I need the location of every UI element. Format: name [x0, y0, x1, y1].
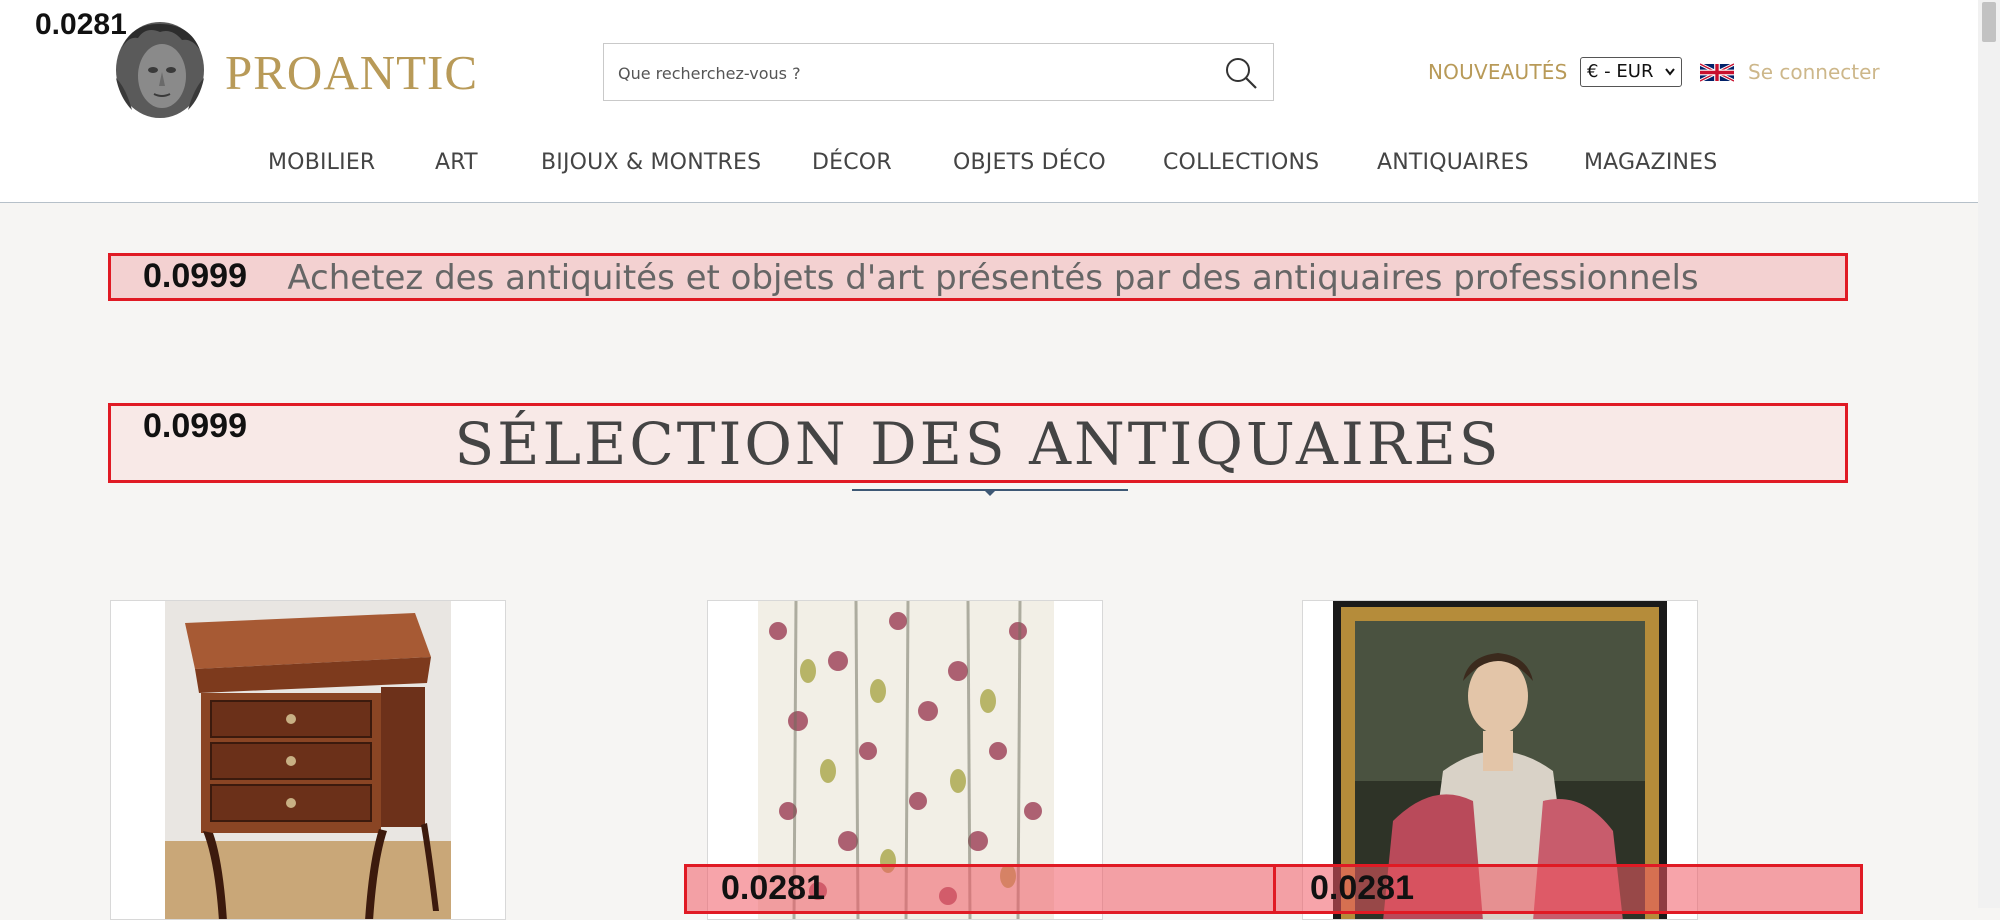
- detection-score-top-left: 0.0281: [35, 8, 127, 41]
- nav-item-art[interactable]: ART: [435, 150, 478, 175]
- main-nav: MOBILIER ART BIJOUX & MONTRES DÉCOR OBJE…: [0, 150, 1978, 180]
- product-card-side-table[interactable]: [110, 600, 506, 920]
- currency-select[interactable]: € - EUR: [1580, 57, 1682, 87]
- detection-strip-left: 0.0281: [684, 864, 1276, 914]
- nav-item-magazines[interactable]: MAGAZINES: [1584, 150, 1717, 175]
- scrollbar-thumb[interactable]: [1982, 2, 1996, 42]
- detection-score-strip-left: 0.0281: [721, 869, 825, 907]
- nav-item-decor[interactable]: DÉCOR: [812, 150, 892, 175]
- section-divider: [852, 489, 1128, 496]
- chevron-down-icon: [1665, 68, 1675, 76]
- login-link[interactable]: Se connecter: [1748, 60, 1880, 84]
- tagline-highlight: 0.0999 Achetez des antiquités et objets …: [108, 253, 1848, 301]
- logo-text[interactable]: PROANTIC: [225, 44, 478, 101]
- nav-item-objets-deco[interactable]: OBJETS DÉCO: [953, 150, 1106, 175]
- tagline: Achetez des antiquités et objets d'art p…: [287, 258, 1699, 298]
- search-input[interactable]: [616, 44, 1200, 102]
- detection-strip-right: 0.0281: [1273, 864, 1863, 914]
- nav-item-bijoux-montres[interactable]: BIJOUX & MONTRES: [541, 150, 761, 175]
- side-table-image: [165, 601, 451, 919]
- uk-flag-icon[interactable]: [1700, 60, 1734, 85]
- nav-item-antiquaires[interactable]: ANTIQUAIRES: [1377, 150, 1529, 175]
- page-scrollbar[interactable]: [1978, 0, 2000, 908]
- search-icon[interactable]: [1223, 55, 1259, 91]
- nouveautes-link[interactable]: NOUVEAUTÉS: [1428, 60, 1568, 84]
- section-title-highlight: 0.0999 SÉLECTION DES ANTIQUAIRES: [108, 403, 1848, 483]
- nav-item-collections[interactable]: COLLECTIONS: [1163, 150, 1319, 175]
- search-box: [603, 43, 1274, 102]
- section-title: SÉLECTION DES ANTIQUAIRES: [454, 410, 1502, 478]
- nav-item-mobilier[interactable]: MOBILIER: [268, 150, 375, 175]
- currency-value: € - EUR: [1587, 61, 1654, 82]
- site-header: PROANTIC NOUVEAUTÉS € - EUR Se connecter…: [0, 0, 1978, 203]
- detection-score-strip-right: 0.0281: [1310, 869, 1414, 907]
